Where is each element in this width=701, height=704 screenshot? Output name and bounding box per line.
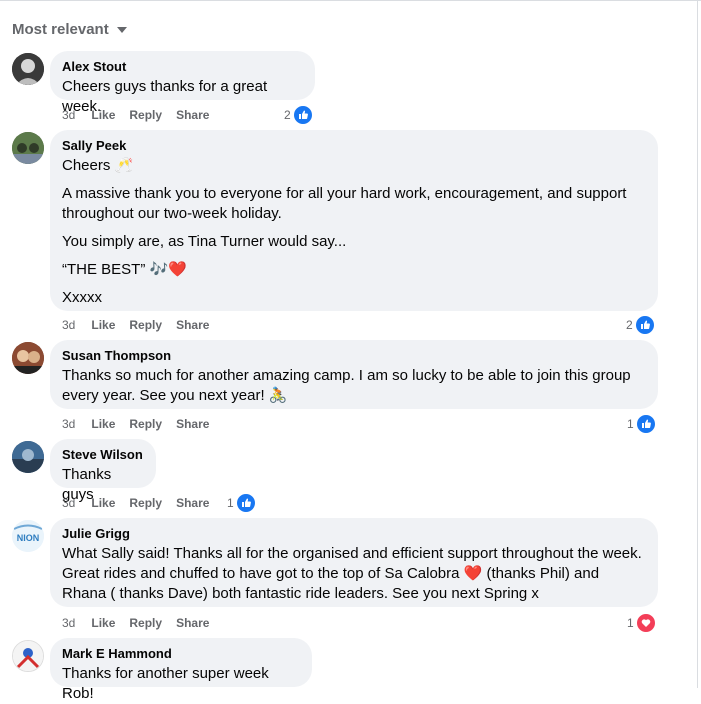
- avatar-logo-text: NION: [17, 533, 40, 543]
- comment-author[interactable]: Mark E Hammond: [62, 646, 300, 662]
- avatar[interactable]: [12, 53, 44, 85]
- top-divider: [0, 0, 701, 5]
- share-button[interactable]: Share: [176, 417, 209, 431]
- like-icon: [635, 414, 656, 434]
- avatar[interactable]: NION: [12, 520, 44, 552]
- comment-text: Thanks for another super week Rob!: [62, 665, 269, 702]
- comment-author[interactable]: Julie Grigg: [62, 526, 646, 542]
- share-button[interactable]: Share: [176, 616, 209, 630]
- reaction-count: 1: [227, 496, 234, 510]
- like-icon: [235, 493, 256, 513]
- avatar[interactable]: [12, 342, 44, 374]
- comment-text: “THE BEST” 🎶❤️: [62, 261, 187, 278]
- like-button[interactable]: Like: [91, 108, 115, 122]
- comment-text: Xxxxx: [62, 289, 103, 306]
- share-button[interactable]: Share: [176, 318, 209, 332]
- reaction-count: 2: [284, 108, 291, 122]
- reaction-summary[interactable]: 1: [227, 493, 256, 513]
- share-button[interactable]: Share: [176, 496, 209, 510]
- reaction-summary[interactable]: 1: [627, 414, 656, 434]
- reply-button[interactable]: Reply: [129, 108, 162, 122]
- like-button[interactable]: Like: [91, 417, 115, 431]
- reaction-summary[interactable]: 2: [284, 105, 313, 125]
- comment-actions: 3d Like Reply Share: [62, 616, 223, 630]
- reply-button[interactable]: Reply: [129, 417, 162, 431]
- right-divider: [697, 0, 698, 688]
- comment-author[interactable]: Alex Stout: [62, 59, 303, 75]
- comment-time[interactable]: 3d: [62, 496, 75, 510]
- chevron-down-icon: [116, 26, 127, 33]
- avatar[interactable]: [12, 441, 44, 473]
- reply-button[interactable]: Reply: [129, 496, 162, 510]
- like-icon: [634, 315, 655, 335]
- comment-author[interactable]: Steve Wilson: [62, 447, 144, 463]
- comment-author[interactable]: Sally Peek: [62, 138, 646, 154]
- reply-button[interactable]: Reply: [129, 318, 162, 332]
- comment-text: Thanks so much for another amazing camp.…: [62, 367, 631, 404]
- sort-label: Most relevant: [12, 21, 109, 38]
- sort-dropdown[interactable]: Most relevant: [12, 21, 127, 38]
- comment-actions: 3d Like Reply Share: [62, 496, 223, 510]
- comment-bubble: Sally Peek Cheers 🥂 A massive thank you …: [50, 130, 658, 311]
- like-icon: [292, 105, 313, 125]
- comment-text: Cheers 🥂: [62, 157, 134, 174]
- reaction-count: 1: [627, 417, 634, 431]
- reaction-count: 1: [627, 616, 634, 630]
- heart-icon: [635, 613, 656, 633]
- like-button[interactable]: Like: [91, 318, 115, 332]
- comment-text: What Sally said! Thanks all for the orga…: [62, 545, 642, 602]
- reaction-count: 2: [626, 318, 633, 332]
- comment-text: You simply are, as Tina Turner would say…: [62, 233, 347, 250]
- reaction-summary[interactable]: 1: [627, 613, 656, 633]
- comment-time[interactable]: 3d: [62, 616, 75, 630]
- comment-author[interactable]: Susan Thompson: [62, 348, 646, 364]
- like-button[interactable]: Like: [91, 616, 115, 630]
- comment-bubble: Julie Grigg What Sally said! Thanks all …: [50, 518, 658, 607]
- comment-actions: 3d Like Reply Share: [62, 318, 223, 332]
- comment-time[interactable]: 3d: [62, 108, 75, 122]
- comment-actions: 3d Like Reply Share: [62, 417, 223, 431]
- avatar[interactable]: [12, 640, 44, 672]
- comment-actions: 3d Like Reply Share: [62, 108, 223, 122]
- comment-bubble: Susan Thompson Thanks so much for anothe…: [50, 340, 658, 409]
- comment-bubble: Steve Wilson Thanks guys: [50, 439, 156, 503]
- reaction-summary[interactable]: 2: [626, 315, 655, 335]
- comment-bubble: Alex Stout Cheers guys thanks for a grea…: [50, 51, 315, 115]
- like-button[interactable]: Like: [91, 496, 115, 510]
- comment-text: A massive thank you to everyone for all …: [62, 185, 627, 222]
- share-button[interactable]: Share: [176, 108, 209, 122]
- comment-time[interactable]: 3d: [62, 318, 75, 332]
- comment-bubble: Mark E Hammond Thanks for another super …: [50, 638, 312, 702]
- reply-button[interactable]: Reply: [129, 616, 162, 630]
- avatar[interactable]: [12, 132, 44, 164]
- comment-time[interactable]: 3d: [62, 417, 75, 431]
